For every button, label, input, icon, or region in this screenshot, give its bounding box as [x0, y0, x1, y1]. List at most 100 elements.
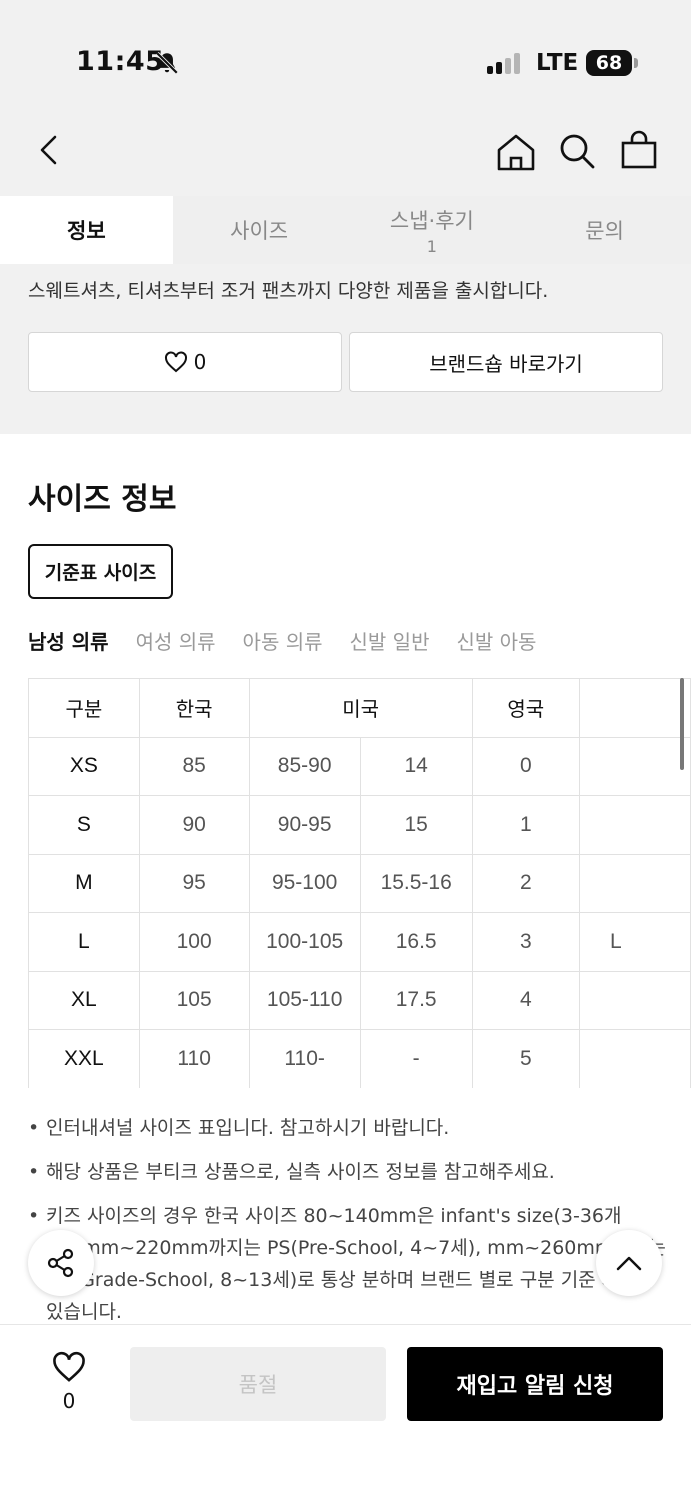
- table-cell: XL: [28, 970, 140, 1030]
- size-table: 구분 한국 미국 영국 XS 85 85-90 14 0 S 90 90-95 …: [28, 678, 691, 1088]
- scroll-top-button[interactable]: [596, 1230, 662, 1296]
- signal-icon: [487, 52, 523, 74]
- tab-count: 1: [426, 236, 437, 256]
- tab-size[interactable]: 사이즈: [172, 196, 346, 264]
- table-cell: 85-90: [248, 736, 361, 796]
- table-cell: 100: [138, 912, 250, 972]
- category-men-clothing[interactable]: 남성 의류: [28, 626, 109, 655]
- restock-alert-button[interactable]: 재입고 알림 신청: [407, 1347, 663, 1421]
- table-cell: 15.5-16: [359, 853, 473, 913]
- table-cell: [578, 970, 691, 1030]
- tab-label: 문의: [585, 219, 624, 243]
- brand-description: 스웨트셔츠, 티셔츠부터 조거 팬츠까지 다양한 제품을 출시합니다.: [28, 274, 668, 308]
- table-row: XXL 110 110- - 5: [28, 1029, 691, 1088]
- size-notes: 인터내셔널 사이즈 표입니다. 참고하시기 바랍니다. 해당 상품은 부티크 상…: [28, 1112, 668, 1340]
- note-item: 키즈 사이즈의 경우 한국 사이즈 80~140mm은 infant's siz…: [28, 1200, 668, 1328]
- table-cell: S: [28, 795, 140, 855]
- table-cell: 3: [471, 912, 580, 972]
- header-cell: 구분: [28, 678, 140, 738]
- table-cell: 110: [138, 1029, 250, 1088]
- table-cell: [578, 736, 691, 796]
- share-icon: [47, 1248, 74, 1278]
- standard-size-button[interactable]: 기준표 사이즈: [28, 544, 173, 599]
- soldout-button: 품절: [130, 1347, 386, 1421]
- share-button[interactable]: [28, 1230, 94, 1296]
- table-cell: 1: [471, 795, 580, 855]
- table-cell: 110-: [248, 1029, 361, 1088]
- brand-description-text: 스웨트셔츠, 티셔츠부터 조거 팬츠까지 다양한 제품을 출시합니다.: [28, 280, 549, 302]
- brand-shop-label: 브랜드숍 바로가기: [429, 351, 583, 376]
- table-cell: 100-105: [248, 912, 361, 972]
- category-shoes-general[interactable]: 신발 일반: [350, 626, 430, 655]
- table-cell: 16.5: [359, 912, 473, 972]
- category-shoes-kids[interactable]: 신발 아동: [456, 626, 536, 655]
- brand-shop-button[interactable]: 브랜드숍 바로가기: [349, 332, 663, 392]
- brand-like-button[interactable]: 0: [28, 332, 342, 392]
- table-cell: 90: [138, 795, 250, 855]
- category-women-clothing[interactable]: 여성 의류: [136, 626, 216, 655]
- table-cell: 17.5: [359, 970, 473, 1030]
- heart-icon: [53, 1351, 85, 1382]
- table-cell: 14: [359, 736, 473, 796]
- table-row: S 90 90-95 15 1: [28, 795, 691, 855]
- like-button[interactable]: 0: [44, 1351, 94, 1413]
- search-icon[interactable]: [558, 132, 596, 170]
- status-time: 11:45: [76, 46, 165, 77]
- category-kids-clothing[interactable]: 아동 의류: [243, 626, 323, 655]
- tab-snap-review[interactable]: 스냅·후기 1: [345, 196, 519, 264]
- table-scrollbar[interactable]: [680, 678, 684, 770]
- table-cell: XS: [28, 736, 140, 796]
- note-item: 인터내셔널 사이즈 표입니다. 참고하시기 바랍니다.: [28, 1112, 668, 1144]
- like-count: 0: [62, 1389, 76, 1413]
- header-cell: 한국: [138, 678, 250, 738]
- table-cell: 95-100: [248, 853, 361, 913]
- table-cell: 95: [138, 853, 250, 913]
- header-cell: 미국: [248, 678, 473, 738]
- back-arrow-icon[interactable]: [36, 134, 62, 166]
- size-table-container[interactable]: 구분 한국 미국 영국 XS 85 85-90 14 0 S 90 90-95 …: [28, 678, 691, 1088]
- tab-label: 정보: [67, 219, 106, 243]
- table-cell: 105: [138, 970, 250, 1030]
- home-icon[interactable]: [496, 132, 536, 172]
- table-cell: 15: [359, 795, 473, 855]
- chevron-up-icon: [616, 1256, 642, 1271]
- network-type: LTE: [536, 50, 579, 76]
- brand-like-count: 0: [193, 350, 207, 374]
- table-cell: 5: [471, 1029, 580, 1088]
- brand-area: 스웨트셔츠, 티셔츠부터 조거 팬츠까지 다양한 제품을 출시합니다. 0 브랜…: [0, 264, 691, 434]
- table-cell: 4: [471, 970, 580, 1030]
- table-cell: 85: [138, 736, 250, 796]
- table-header-row: 구분 한국 미국 영국: [28, 678, 691, 738]
- table-cell: [578, 853, 691, 913]
- shopping-bag-icon[interactable]: [620, 130, 658, 170]
- header-cell: 영국: [471, 678, 580, 738]
- table-row: XL 105 105-110 17.5 4: [28, 970, 691, 1030]
- nav-bar: [0, 110, 691, 196]
- table-row: M 95 95-100 15.5-16 2: [28, 853, 691, 913]
- table-cell: XXL: [28, 1029, 140, 1088]
- size-categories: 남성 의류 여성 의류 아동 의류 신발 일반 신발 아동: [28, 626, 536, 655]
- tab-label: 스냅·후기: [389, 208, 474, 233]
- header-cell: [578, 678, 691, 738]
- table-cell: [578, 795, 691, 855]
- table-cell: [578, 1029, 691, 1088]
- tab-inquiry[interactable]: 문의: [518, 196, 691, 264]
- battery-nub: [634, 58, 638, 68]
- table-cell: 2: [471, 853, 580, 913]
- table-cell: 90-95: [248, 795, 361, 855]
- table-cell: 0: [471, 736, 580, 796]
- battery-icon: 68: [586, 50, 632, 76]
- status-bar: 11:45 LTE 68: [0, 0, 691, 110]
- table-cell: -: [359, 1029, 473, 1088]
- table-cell: L: [28, 912, 140, 972]
- table-row: L 100 100-105 16.5 3 L: [28, 912, 691, 972]
- note-item: 해당 상품은 부티크 상품으로, 실측 사이즈 정보를 참고해주세요.: [28, 1156, 668, 1188]
- table-cell: M: [28, 853, 140, 913]
- size-section-title: 사이즈 정보: [28, 482, 177, 517]
- bell-muted-icon: [155, 51, 179, 75]
- bottom-action-bar: 0 품절 재입고 알림 신청: [0, 1324, 691, 1500]
- heart-icon: [164, 351, 187, 373]
- table-cell: L: [578, 912, 691, 972]
- tab-info[interactable]: 정보: [0, 196, 173, 264]
- table-cell: 105-110: [248, 970, 361, 1030]
